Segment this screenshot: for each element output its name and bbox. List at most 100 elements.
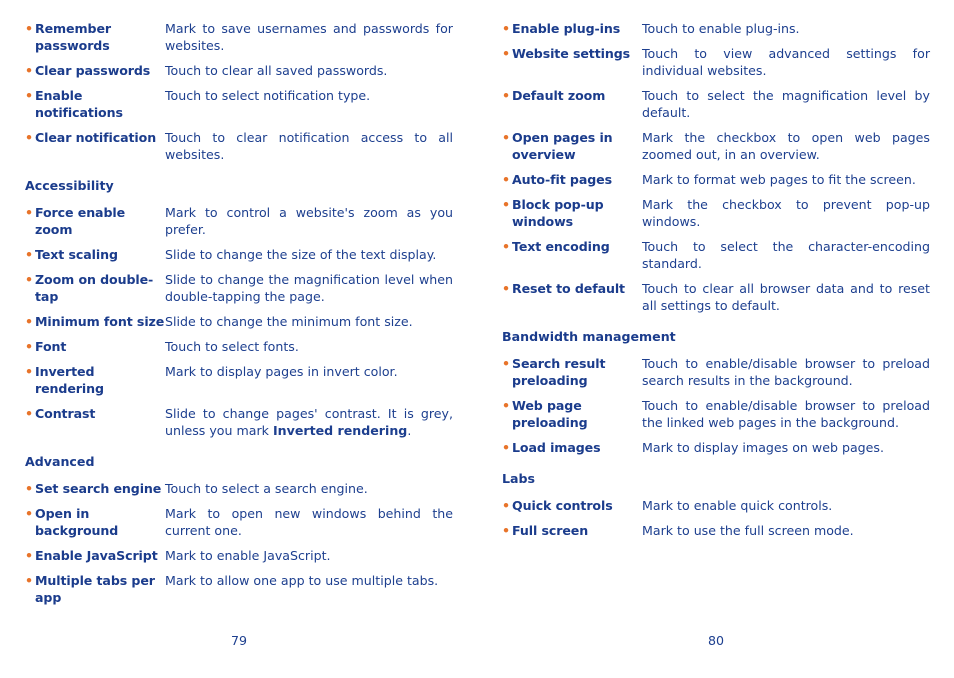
setting-item: • Block pop-up windows Mark the checkbox t… [502,196,930,230]
setting-item: • Reset to default Touch to clear all brow… [502,280,930,314]
bullet-icon: • [25,481,33,496]
setting-term: • Block pop-up windows [502,196,642,230]
setting-term: • Default zoom [502,87,642,104]
setting-description: Mark to display pages in invert color. [165,363,453,380]
right-page: • Enable plug-ins Touch to enable plug-ins… [502,0,930,678]
bullet-icon: • [25,506,33,521]
setting-term-label: Auto-fit pages [512,172,612,187]
right-page-content: • Enable plug-ins Touch to enable plug-ins… [502,20,930,547]
description-text: Touch to select the magnification level … [642,88,930,120]
setting-term-label: Default zoom [512,88,606,103]
description-tail: . [407,423,412,438]
description-text: Touch to select fonts. [165,339,299,354]
setting-term-label: Enable plug-ins [512,21,621,36]
bullet-icon: • [25,21,33,36]
setting-item: • Enable plug-ins Touch to enable plug-ins… [502,20,930,37]
bullet-icon: • [502,197,510,212]
section-heading: Labs [502,471,536,486]
setting-term: • Multiple tabs per app [25,572,165,606]
setting-description: Slide to change the minimum font size. [165,313,453,330]
setting-term-label: Contrast [35,406,96,421]
setting-term-label: Web page preloading [512,398,588,430]
setting-description: Mark to display images on web pages. [642,439,930,456]
setting-description: Touch to select fonts. [165,338,453,355]
bullet-icon: • [502,172,510,187]
setting-term-label: Clear passwords [35,63,151,78]
setting-description: Touch to clear all browser data and to r… [642,280,930,314]
description-text: Touch to select notification type. [165,88,371,103]
setting-term-label: Block pop-up windows [512,197,604,229]
description-text: Touch to enable plug-ins. [642,21,800,36]
setting-item: • Zoom on double-tap Slide to change the m… [25,271,453,305]
setting-item: • Quick controls Mark to enable quick cont… [502,497,930,514]
setting-term-label: Open in background [35,506,119,538]
setting-term: • Enable JavaScript [25,547,165,564]
bullet-icon: • [25,364,33,379]
setting-item: • Clear passwords Touch to clear all saved… [25,62,453,79]
left-page-content: • Remember passwords Mark to save username… [25,20,453,614]
setting-term-label: Zoom on double-tap [35,272,154,304]
description-text: Touch to clear notification access to al… [165,130,453,162]
setting-item: • Enable notifications Touch to select not… [25,87,453,121]
bullet-icon: • [25,272,33,287]
setting-description: Slide to change the size of the text dis… [165,246,453,263]
setting-term: • Load images [502,439,642,456]
description-text: Touch to clear all saved passwords. [165,63,388,78]
section-heading: Bandwidth management [502,329,676,344]
setting-description: Touch to select the magnification level … [642,87,930,121]
bullet-icon: • [502,398,510,413]
description-text: Touch to select a search engine. [165,481,368,496]
setting-term: • Website settings [502,45,642,62]
bullet-icon: • [502,88,510,103]
setting-description: Mark to enable quick controls. [642,497,930,514]
description-text: Mark to display images on web pages. [642,440,884,455]
description-text: Mark to control a website's zoom as you … [165,205,453,237]
setting-item: • Remember passwords Mark to save username… [25,20,453,54]
bullet-icon: • [25,63,33,78]
setting-item: • Contrast Slide to change pages' contrast… [25,405,453,439]
setting-term-label: Load images [512,440,601,455]
setting-item: • Minimum font size Slide to change the mi… [25,313,453,330]
setting-term-label: Minimum font size [35,314,165,329]
setting-item: • Auto-fit pages Mark to format web pages … [502,171,930,188]
setting-term-label: Website settings [512,46,631,61]
description-text: Touch to clear all browser data and to r… [642,281,930,313]
description-text: Slide to change the size of the text dis… [165,247,437,262]
setting-description: Touch to select the character-encoding s… [642,238,930,272]
setting-term: • Inverted rendering [25,363,165,397]
setting-term: • Auto-fit pages [502,171,642,188]
setting-description: Touch to clear notification access to al… [165,129,453,163]
setting-term-label: Text encoding [512,239,610,254]
setting-term: • Enable notifications [25,87,165,121]
setting-item: • Open in background Mark to open new wind… [25,505,453,539]
setting-item: • Set search engine Touch to select a sear… [25,480,453,497]
description-text: Mark to display pages in invert color. [165,364,398,379]
setting-description: Mark to save usernames and passwords for… [165,20,453,54]
setting-term: • Zoom on double-tap [25,271,165,305]
setting-item: • Full screen Mark to use the full screen … [502,522,930,539]
setting-term-label: Font [35,339,67,354]
setting-term: • Text encoding [502,238,642,255]
description-text: Touch to select the character-encoding s… [642,239,930,271]
setting-term: • Quick controls [502,497,642,514]
setting-term: • Reset to default [502,280,642,297]
setting-description: Touch to select notification type. [165,87,453,104]
setting-item: • Web page preloading Touch to enable/disa… [502,397,930,431]
bullet-icon: • [25,339,33,354]
description-text: Touch to enable/disable browser to prelo… [642,356,930,388]
setting-description: Mark the checkbox to prevent pop-up wind… [642,196,930,230]
bullet-icon: • [502,440,510,455]
setting-description: Touch to enable/disable browser to prelo… [642,355,930,389]
setting-item: • Inverted rendering Mark to display pages… [25,363,453,397]
setting-term: • Minimum font size [25,313,165,330]
bullet-icon: • [25,548,33,563]
setting-term: • Clear passwords [25,62,165,79]
setting-item: • Font Touch to select fonts. [25,338,453,355]
setting-description: Touch to enable/disable browser to prelo… [642,397,930,431]
setting-term-label: Enable JavaScript [35,548,158,563]
description-text: Mark to enable JavaScript. [165,548,331,563]
setting-description: Mark to use the full screen mode. [642,522,930,539]
bullet-icon: • [502,130,510,145]
setting-term: • Clear notification [25,129,165,146]
setting-term-label: Clear notification [35,130,157,145]
